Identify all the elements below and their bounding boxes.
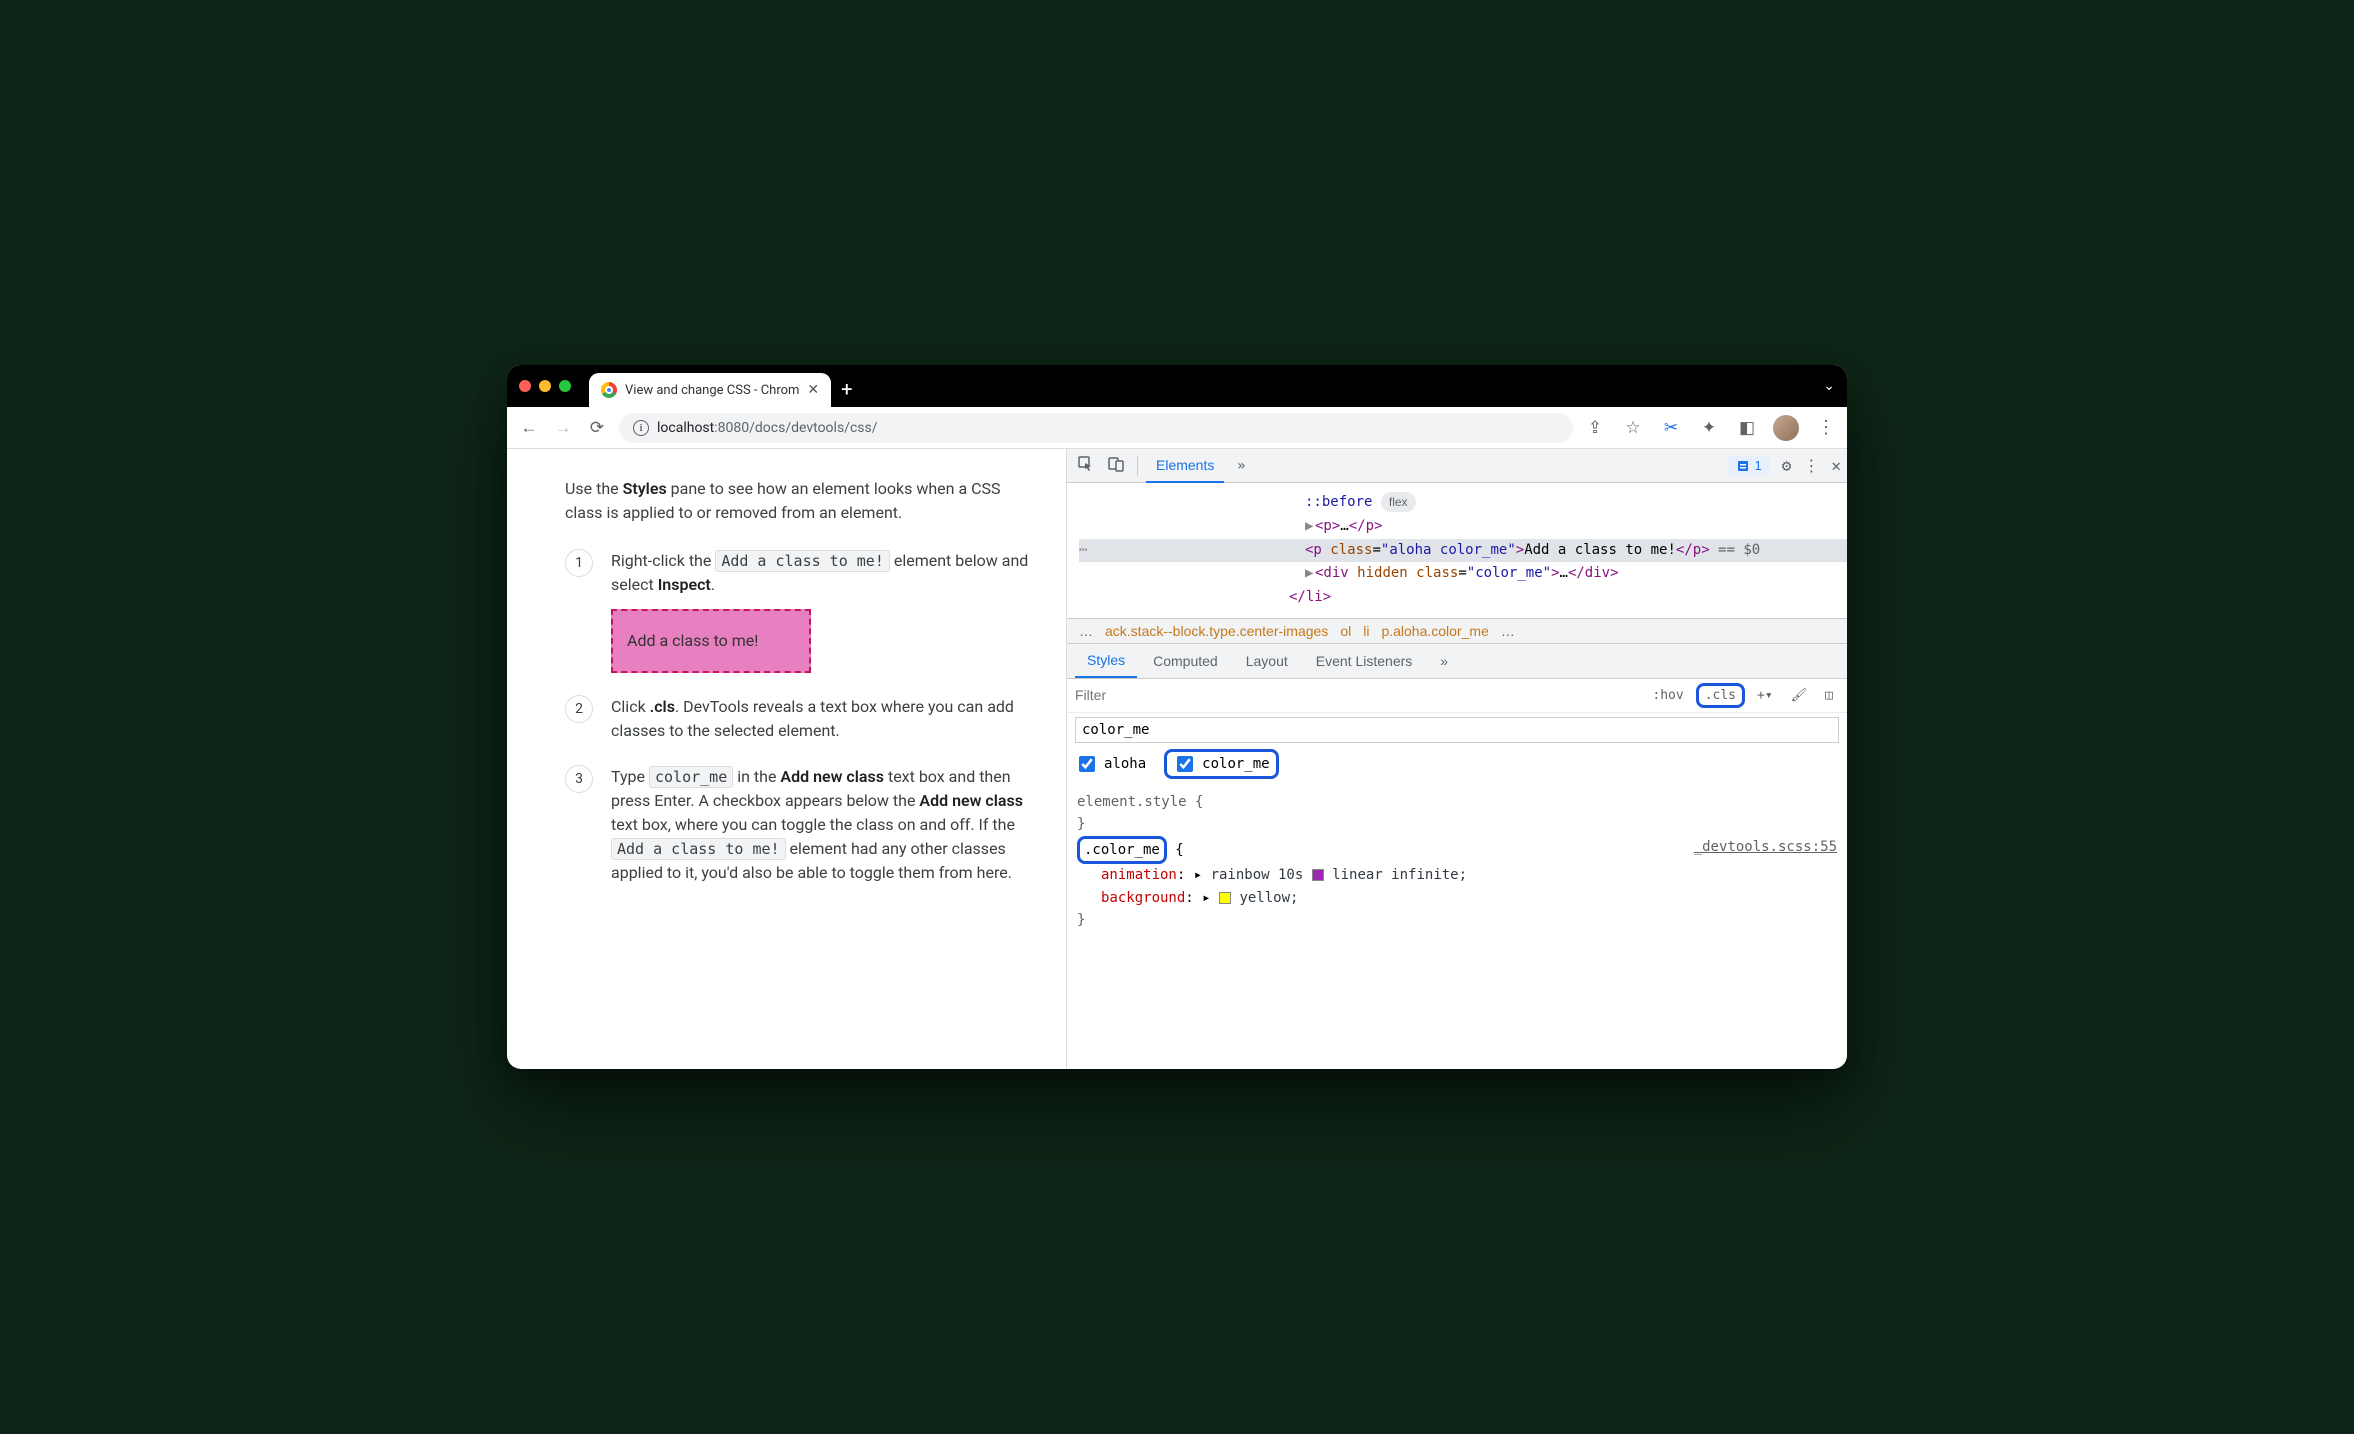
breadcrumb-item[interactable]: li — [1363, 623, 1369, 639]
maximize-icon[interactable] — [559, 380, 571, 392]
paint-icon[interactable]: 🖌 — [1785, 686, 1814, 705]
step-2: Click .cls. DevTools reveals a text box … — [565, 695, 1030, 743]
minimize-icon[interactable] — [539, 380, 551, 392]
chrome-icon — [601, 382, 617, 398]
element-style-rule: element.style { — [1077, 791, 1837, 813]
intro-text: Use the Styles pane to see how an elemen… — [565, 477, 1030, 525]
selected-node[interactable]: ⋯ <p class="aloha color_me">Add a class … — [1079, 539, 1847, 563]
sidepanel-icon[interactable]: ◧ — [1735, 418, 1759, 438]
class-toggles: aloha color_me — [1067, 747, 1847, 787]
chevron-down-icon[interactable]: ⌄ — [1823, 378, 1835, 394]
demo-element[interactable]: Add a class to me! — [611, 609, 811, 673]
tab-computed[interactable]: Computed — [1141, 645, 1230, 677]
dom-tree[interactable]: ::before flex ▶<p>…</p> ⋯ <p class="aloh… — [1067, 483, 1847, 618]
window-controls — [519, 380, 571, 392]
tab-elements[interactable]: Elements — [1146, 449, 1224, 483]
star-icon[interactable]: ☆ — [1621, 418, 1645, 438]
kebab-icon[interactable]: ⋮ — [1803, 456, 1819, 475]
back-button[interactable]: ← — [517, 418, 541, 438]
info-icon[interactable]: i — [633, 420, 649, 436]
flex-badge[interactable]: flex — [1381, 492, 1416, 512]
code-snippet: Add a class to me! — [715, 550, 890, 572]
new-tab-button[interactable]: + — [841, 377, 852, 401]
close-tab-icon[interactable]: ✕ — [807, 382, 819, 398]
url-path: /docs/devtools/css/ — [749, 420, 877, 436]
code-snippet: color_me — [649, 766, 733, 788]
step-3: Type color_me in the Add new class text … — [565, 765, 1030, 885]
devtools-panel: Elements » 1 ⚙ ⋮ ✕ ::before flex ▶<p>…</… — [1067, 449, 1847, 1069]
step-1: Right-click the Add a class to me! eleme… — [565, 549, 1030, 673]
rule-source-link[interactable]: _devtools.scss:55 — [1694, 836, 1837, 864]
reload-button[interactable]: ⟳ — [585, 418, 609, 438]
browser-tab[interactable]: View and change CSS - Chrom ✕ — [589, 373, 831, 407]
tab-layout[interactable]: Layout — [1234, 645, 1300, 677]
code-snippet: Add a class to me! — [611, 838, 786, 860]
breadcrumb-item[interactable]: p.aloha.color_me — [1381, 623, 1488, 639]
cls-button[interactable]: .cls — [1696, 683, 1745, 708]
forward-button[interactable]: → — [551, 418, 575, 438]
breadcrumb[interactable]: … ack.stack--block.type.center-images ol… — [1067, 618, 1847, 644]
menu-icon[interactable]: ⋮ — [1813, 417, 1837, 438]
more-tabs-icon[interactable]: » — [1228, 458, 1254, 474]
url-host: localhost — [657, 420, 714, 436]
add-class-input[interactable] — [1075, 717, 1839, 743]
filter-input[interactable] — [1075, 683, 1640, 707]
toolbar: ← → ⟳ i localhost:8080/docs/devtools/css… — [507, 407, 1847, 449]
extensions-icon[interactable]: ✦ — [1697, 418, 1721, 438]
class-toggle-aloha[interactable]: aloha — [1075, 753, 1146, 775]
tab-title: View and change CSS - Chrom — [625, 383, 799, 398]
device-toggle-icon[interactable] — [1103, 456, 1129, 476]
share-icon[interactable]: ⇪ — [1583, 418, 1607, 438]
devtools-tabs: Elements » 1 ⚙ ⋮ ✕ — [1067, 449, 1847, 483]
color-swatch-icon[interactable] — [1219, 892, 1231, 904]
close-devtools-icon[interactable]: ✕ — [1831, 456, 1841, 475]
computed-toggle-icon[interactable]: ◫ — [1819, 686, 1839, 705]
hov-button[interactable]: :hov — [1646, 686, 1689, 705]
titlebar: View and change CSS - Chrom ✕ + ⌄ — [507, 365, 1847, 407]
new-rule-icon[interactable]: +▾ — [1751, 686, 1779, 705]
issues-badge[interactable]: 1 — [1728, 456, 1769, 475]
avatar[interactable] — [1773, 415, 1799, 441]
rule-selector[interactable]: .color_me — [1077, 836, 1167, 864]
more-subtabs-icon[interactable]: » — [1428, 645, 1460, 677]
tab-styles[interactable]: Styles — [1075, 644, 1137, 678]
browser-window: View and change CSS - Chrom ✕ + ⌄ ← → ⟳ … — [507, 365, 1847, 1069]
scissors-icon[interactable]: ✂ — [1659, 418, 1683, 438]
styles-rules[interactable]: element.style { } .color_me { _devtools.… — [1067, 787, 1847, 935]
easing-swatch-icon[interactable] — [1312, 869, 1324, 881]
styles-subtabs: Styles Computed Layout Event Listeners » — [1067, 644, 1847, 679]
filter-row: :hov .cls +▾ 🖌 ◫ — [1067, 679, 1847, 713]
gear-icon[interactable]: ⚙ — [1782, 456, 1792, 475]
breadcrumb-item[interactable]: ack.stack--block.type.center-images — [1105, 623, 1328, 639]
address-bar[interactable]: i localhost:8080/docs/devtools/css/ — [619, 413, 1573, 443]
close-icon[interactable] — [519, 380, 531, 392]
url-port: :8080 — [714, 420, 749, 436]
class-toggle-color-me[interactable]: color_me — [1173, 753, 1269, 775]
inspect-icon[interactable] — [1073, 456, 1099, 476]
tab-event-listeners[interactable]: Event Listeners — [1304, 645, 1425, 677]
breadcrumb-item[interactable]: ol — [1340, 623, 1351, 639]
page-content: Use the Styles pane to see how an elemen… — [507, 449, 1067, 1069]
